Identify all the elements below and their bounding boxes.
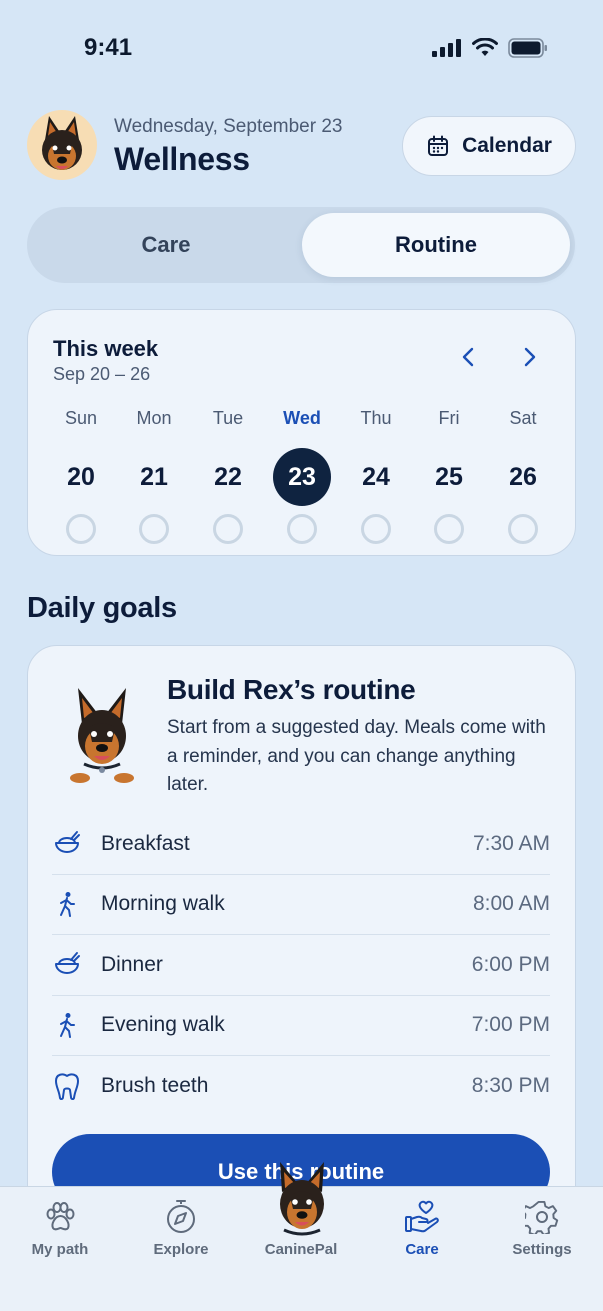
walking-person-icon [52,1010,82,1040]
routine-item-morning-walk[interactable]: Morning walk 8:00 AM [52,875,550,935]
day-number: 24 [362,462,390,491]
tab-label: Explore [153,1241,209,1258]
routine-item-time: 7:00 PM [471,1013,550,1037]
meal-bowl-icon [52,950,82,980]
routine-card-description: Start from a suggested day. Meals come w… [167,717,546,795]
day-name: Sat [509,408,537,428]
walking-person-icon [52,889,82,919]
routine-item-dinner[interactable]: Dinner 6:00 PM [52,935,550,996]
paw-icon [5,1199,115,1235]
status-time: 9:41 [84,34,133,61]
week-title: This week [53,336,159,361]
day-number: 25 [435,462,463,491]
routine-item-time: 7:30 AM [472,831,550,855]
day-number: 21 [140,462,168,491]
day-progress-ring [213,514,243,544]
day-name: Thu [360,408,392,428]
day-number: 26 [509,462,537,491]
routine-item-time: 8:00 AM [472,892,550,916]
day-column-thu[interactable]: Thu 24 [346,408,406,544]
routine-item-label: Evening walk [101,1013,225,1037]
routine-item-breakfast[interactable]: Breakfast 7:30 AM [52,814,550,875]
daily-goals-heading: Daily goals [27,592,177,624]
current-date: Wednesday, September 23 [114,116,343,137]
tab-label: Settings [512,1241,572,1258]
gear-icon [487,1199,597,1235]
day-column-mon[interactable]: Mon 21 [124,408,184,544]
day-column-tue[interactable]: Tue 22 [198,408,258,544]
dog-illustration-icon [70,688,134,783]
dog-avatar-icon[interactable] [266,1160,338,1240]
tab-care[interactable]: Care [33,213,299,277]
chevron-left-icon[interactable] [458,346,480,368]
day-column-sun[interactable]: Sun 20 [51,408,111,544]
tab-explore[interactable]: Explore [126,1199,236,1258]
page-title: Wellness [114,141,250,177]
tooth-icon [52,1071,82,1101]
routine-item-brush-teeth[interactable]: Brush teeth 8:30 PM [52,1056,550,1117]
compass-icon [126,1199,236,1235]
day-number: 20 [67,462,95,491]
cellular-signal-icon [432,39,461,57]
routine-item-time: 8:30 PM [471,1074,550,1098]
routine-item-evening-walk[interactable]: Evening walk 7:00 PM [52,996,550,1056]
dog-face-icon [42,116,82,170]
day-column-wed[interactable]: Wed 23 [272,408,332,544]
day-progress-ring [508,514,538,544]
tab-care-nav[interactable]: Care [367,1199,477,1258]
day-name: Wed [283,408,321,428]
heart-hand-icon [367,1199,477,1235]
calendar-button[interactable]: Calendar [402,116,576,176]
tab-settings[interactable]: Settings [487,1199,597,1258]
routine-item-label: Dinner [101,952,163,976]
wifi-icon [472,38,498,56]
day-number-selected: 23 [273,448,331,506]
battery-icon [508,38,547,58]
tab-routine[interactable]: Routine [302,213,570,277]
routine-item-label: Morning walk [101,892,225,916]
chevron-right-icon[interactable] [518,346,540,368]
tab-my-path[interactable]: My path [5,1199,115,1258]
meal-bowl-icon [52,829,82,859]
day-progress-ring [361,514,391,544]
care-routine-segmented-control: Care Routine [27,207,575,283]
status-icons [432,38,548,58]
dog-avatar[interactable] [27,110,97,180]
day-name: Sun [64,408,98,428]
day-column-sat[interactable]: Sat 26 [493,408,553,544]
day-progress-ring [287,514,317,544]
day-name: Tue [212,408,244,428]
day-progress-ring [139,514,169,544]
calendar-icon [428,135,449,156]
tab-label: My path [31,1241,89,1258]
day-progress-ring [66,514,96,544]
day-name: Fri [438,408,460,428]
routine-item-label: Breakfast [101,831,190,855]
routine-card-title: Build Rex’s routine [167,674,416,705]
day-name: Mon [136,408,172,428]
calendar-button-label: Calendar [462,134,552,157]
week-card: This week Sep 20 – 26 Sun 20 Mon 21 Tue … [27,309,576,556]
routine-item-label: Brush teeth [101,1074,209,1098]
week-range: Sep 20 – 26 [53,364,151,384]
day-progress-ring [434,514,464,544]
routine-list: Breakfast 7:30 AM Morning walk 8:00 AM D… [52,814,550,1117]
day-number: 22 [214,462,242,491]
tab-label: Care [405,1241,439,1258]
day-column-fri[interactable]: Fri 25 [419,408,479,544]
tab-label: CaninePal [264,1241,338,1258]
routine-item-time: 6:00 PM [471,952,550,976]
